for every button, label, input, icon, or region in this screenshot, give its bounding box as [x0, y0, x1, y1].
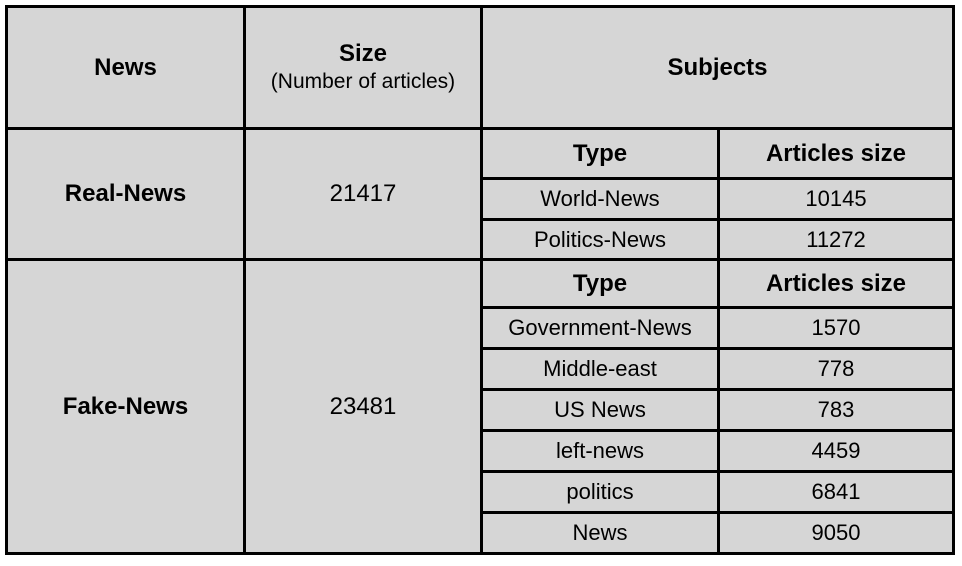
- row-type-text: politics: [566, 479, 634, 504]
- row-articles-text: 1570: [811, 315, 861, 340]
- subheader-type-text: Type: [572, 139, 628, 167]
- row-articles: 10145: [720, 180, 952, 218]
- row-type: politics: [483, 473, 717, 511]
- row-type: Government-News: [483, 309, 717, 347]
- row-type-text: News: [572, 520, 628, 545]
- subheader-articles-size: Articles size: [720, 261, 952, 306]
- group-label-real-news: Real-News: [8, 130, 243, 258]
- row-type-text: World-News: [540, 186, 660, 211]
- divider: [480, 388, 952, 391]
- row-articles-text: 9050: [811, 520, 861, 545]
- header-subjects: Subjects: [483, 8, 952, 127]
- group-size-text: 21417: [329, 180, 397, 207]
- row-type-text: left-news: [555, 438, 645, 463]
- row-articles-text: 6841: [811, 479, 861, 504]
- row-articles: 778: [720, 350, 952, 388]
- header-size: Size (Number of articles): [246, 8, 480, 127]
- row-articles-text: 10145: [805, 186, 867, 211]
- divider: [480, 347, 952, 350]
- subheader-type: Type: [483, 130, 717, 177]
- divider: [480, 306, 952, 309]
- divider: [480, 470, 952, 473]
- row-type: Middle-east: [483, 350, 717, 388]
- row-articles: 4459: [720, 432, 952, 470]
- row-articles: 783: [720, 391, 952, 429]
- header-news-label: News: [94, 53, 157, 81]
- divider: [8, 258, 952, 261]
- divider: [243, 8, 246, 552]
- header-subjects-label: Subjects: [667, 53, 768, 81]
- subheader-articles-text: Articles size: [765, 139, 907, 167]
- row-articles: 1570: [720, 309, 952, 347]
- subheader-articles-size: Articles size: [720, 130, 952, 177]
- group-label-text: Fake-News: [62, 392, 189, 420]
- row-type: left-news: [483, 432, 717, 470]
- group-size-fake-news: 23481: [246, 261, 480, 552]
- subheader-articles-text: Articles size: [765, 269, 907, 297]
- header-size-subtitle: (Number of articles): [270, 70, 456, 94]
- divider: [8, 127, 952, 130]
- group-size-real-news: 21417: [246, 130, 480, 258]
- row-articles-text: 778: [817, 356, 855, 381]
- row-articles: 9050: [720, 514, 952, 552]
- subheader-type-text: Type: [572, 269, 628, 297]
- group-size-text: 23481: [329, 392, 397, 420]
- header-size-title: Size: [338, 40, 387, 68]
- row-articles-text: 4459: [811, 438, 861, 463]
- row-articles: 6841: [720, 473, 952, 511]
- row-type-text: Government-News: [508, 315, 692, 340]
- row-type-text: US News: [554, 397, 646, 422]
- row-articles-text: 783: [817, 397, 855, 422]
- divider: [480, 429, 952, 432]
- group-label-text: Real-News: [64, 180, 187, 207]
- row-type: Politics-News: [483, 221, 717, 258]
- header-news: News: [8, 8, 243, 127]
- row-type-text: Middle-east: [543, 356, 657, 381]
- news-dataset-table: News Size (Number of articles) Subjects …: [5, 5, 955, 555]
- row-type-text: Politics-News: [533, 226, 667, 252]
- row-articles-text: 11272: [806, 226, 866, 252]
- subheader-type: Type: [483, 261, 717, 306]
- divider: [480, 177, 952, 180]
- row-type: News: [483, 514, 717, 552]
- row-type: World-News: [483, 180, 717, 218]
- divider: [480, 218, 952, 221]
- row-articles: 11272: [720, 221, 952, 258]
- group-label-fake-news: Fake-News: [8, 261, 243, 552]
- divider: [480, 511, 952, 514]
- row-type: US News: [483, 391, 717, 429]
- divider: [717, 127, 720, 552]
